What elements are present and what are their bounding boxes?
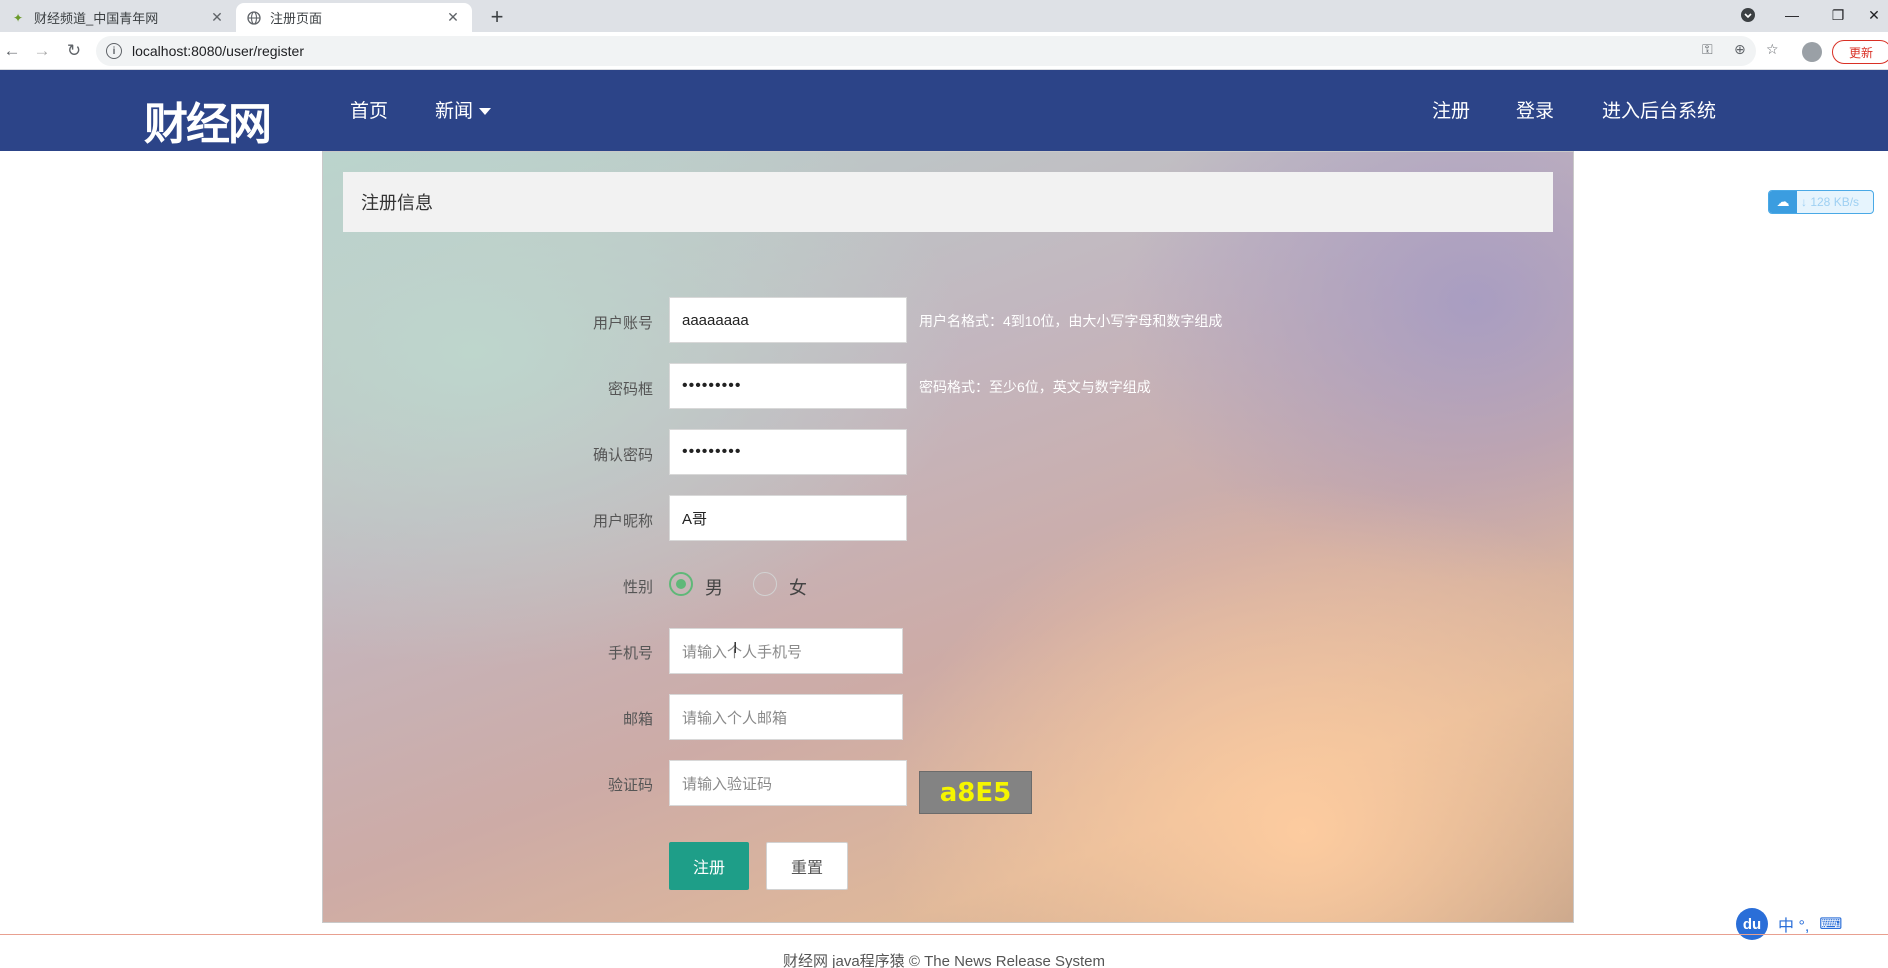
- url-text: localhost:8080/user/register: [132, 43, 304, 59]
- password-value: •••••••••: [682, 377, 742, 394]
- back-icon[interactable]: ←: [0, 39, 24, 63]
- register-card: 注册信息 用户账号 aaaaaaaa 用户名格式：4到10位，由大小写字母和数字…: [322, 151, 1574, 923]
- captcha-image[interactable]: a8E5: [919, 771, 1032, 814]
- ime-toolbar[interactable]: du 中 °, ⌨: [1736, 908, 1842, 940]
- password-label: 密码框: [607, 381, 653, 398]
- cloud-icon: ☁: [1769, 191, 1797, 213]
- restore-icon[interactable]: ❐: [1816, 0, 1860, 30]
- tab-title: 注册页面: [270, 11, 323, 26]
- new-tab-icon[interactable]: +: [484, 4, 510, 30]
- update-button[interactable]: 更新: [1832, 40, 1888, 64]
- password-input[interactable]: •••••••••: [669, 363, 907, 409]
- register-submit-button[interactable]: 注册: [669, 842, 749, 890]
- confirm-password-input[interactable]: •••••••••: [669, 429, 907, 475]
- email-label: 邮箱: [622, 711, 653, 728]
- captcha-placeholder: 请输入验证码: [682, 775, 773, 793]
- captcha-input[interactable]: 请输入验证码: [669, 760, 907, 806]
- submit-label: 注册: [692, 860, 725, 877]
- browser-toolbar: ← → ↻ i localhost:8080/user/register ⚿ ⊕…: [0, 32, 1888, 70]
- profile-avatar-icon[interactable]: [1802, 42, 1822, 62]
- leaf-icon: ✦: [12, 10, 24, 25]
- nav-home[interactable]: 首页: [350, 96, 388, 123]
- nav-login[interactable]: 登录: [1516, 96, 1554, 123]
- site-logo[interactable]: 财经网: [144, 88, 272, 152]
- gender-label: 性别: [622, 579, 653, 596]
- username-label: 用户账号: [592, 315, 653, 332]
- info-icon[interactable]: i: [106, 43, 122, 59]
- logo-text: 财经网: [144, 99, 272, 150]
- reload-icon[interactable]: ↻: [62, 39, 86, 63]
- ime-keyboard-icon[interactable]: ⌨: [1819, 914, 1842, 934]
- username-hint: 用户名格式：4到10位，由大小写字母和数字组成: [919, 313, 1223, 329]
- email-input[interactable]: 请输入个人邮箱: [669, 694, 903, 740]
- reset-label: 重置: [790, 860, 823, 877]
- ime-mode[interactable]: 中 °,: [1778, 912, 1809, 936]
- nickname-input[interactable]: A哥: [669, 495, 907, 541]
- tab-register[interactable]: 注册页面 ✕: [236, 3, 472, 32]
- browser-tab-bar: ✦ 财经频道_中国青年网 ✕ 注册页面 ✕ + — ❐ ✕: [0, 0, 1888, 32]
- ime-logo-icon[interactable]: du: [1736, 908, 1768, 940]
- nickname-value: A哥: [682, 510, 708, 528]
- confirm-password-label: 确认密码: [592, 447, 653, 464]
- site-navbar: 财经网 首页 新闻 注册 登录 进入后台系统: [0, 70, 1888, 151]
- captcha-label: 验证码: [607, 777, 653, 794]
- tab-search-icon[interactable]: [1726, 0, 1770, 30]
- zoom-icon[interactable]: ⊕: [1734, 41, 1746, 58]
- key-icon[interactable]: ⚿: [1702, 41, 1713, 58]
- phone-input[interactable]: 请输入个人手机号: [669, 628, 903, 674]
- tab-title: 财经频道_中国青年网: [34, 11, 159, 26]
- tab-caijing[interactable]: ✦ 财经频道_中国青年网 ✕: [0, 3, 236, 32]
- username-input[interactable]: aaaaaaaa: [669, 297, 907, 343]
- forward-icon[interactable]: →: [30, 39, 54, 63]
- address-bar[interactable]: i localhost:8080/user/register: [96, 36, 1756, 66]
- confirm-password-value: •••••••••: [682, 443, 742, 460]
- star-icon[interactable]: ☆: [1766, 41, 1779, 58]
- gender-female-radio[interactable]: [753, 572, 777, 596]
- nav-register[interactable]: 注册: [1432, 96, 1470, 123]
- phone-placeholder: 请输入个人手机号: [682, 643, 803, 661]
- nav-news[interactable]: 新闻: [435, 96, 492, 123]
- username-value: aaaaaaaa: [682, 311, 749, 329]
- download-speed: ↓ 128 KB/s: [1801, 195, 1860, 209]
- gender-male-label[interactable]: 男: [705, 574, 723, 600]
- close-icon[interactable]: ✕: [444, 9, 462, 27]
- close-icon[interactable]: ✕: [208, 9, 226, 27]
- panel-title: 注册信息: [343, 172, 1553, 232]
- nickname-label: 用户昵称: [592, 513, 653, 530]
- gender-male-radio[interactable]: [669, 572, 693, 596]
- email-placeholder: 请输入个人邮箱: [682, 709, 788, 727]
- footer-divider: [0, 934, 1888, 935]
- update-label: 更新: [1849, 45, 1874, 60]
- nav-news-label: 新闻: [435, 101, 474, 122]
- gender-female-label[interactable]: 女: [789, 574, 807, 600]
- globe-icon: [246, 10, 262, 26]
- reset-button[interactable]: 重置: [766, 842, 848, 890]
- footer-text: 财经网 java程序猿 © The News Release System: [783, 953, 1105, 968]
- nav-admin[interactable]: 进入后台系统: [1602, 96, 1716, 123]
- phone-label: 手机号: [607, 645, 653, 662]
- captcha-code: a8E5: [939, 777, 1012, 808]
- text-cursor-icon: I: [733, 640, 738, 657]
- minimize-icon[interactable]: —: [1770, 0, 1814, 30]
- close-window-icon[interactable]: ✕: [1860, 0, 1888, 30]
- caret-down-icon: [479, 108, 492, 116]
- download-speed-widget[interactable]: ☁ ↓ 128 KB/s: [1768, 190, 1874, 214]
- password-hint: 密码格式：至少6位，英文与数字组成: [919, 379, 1151, 395]
